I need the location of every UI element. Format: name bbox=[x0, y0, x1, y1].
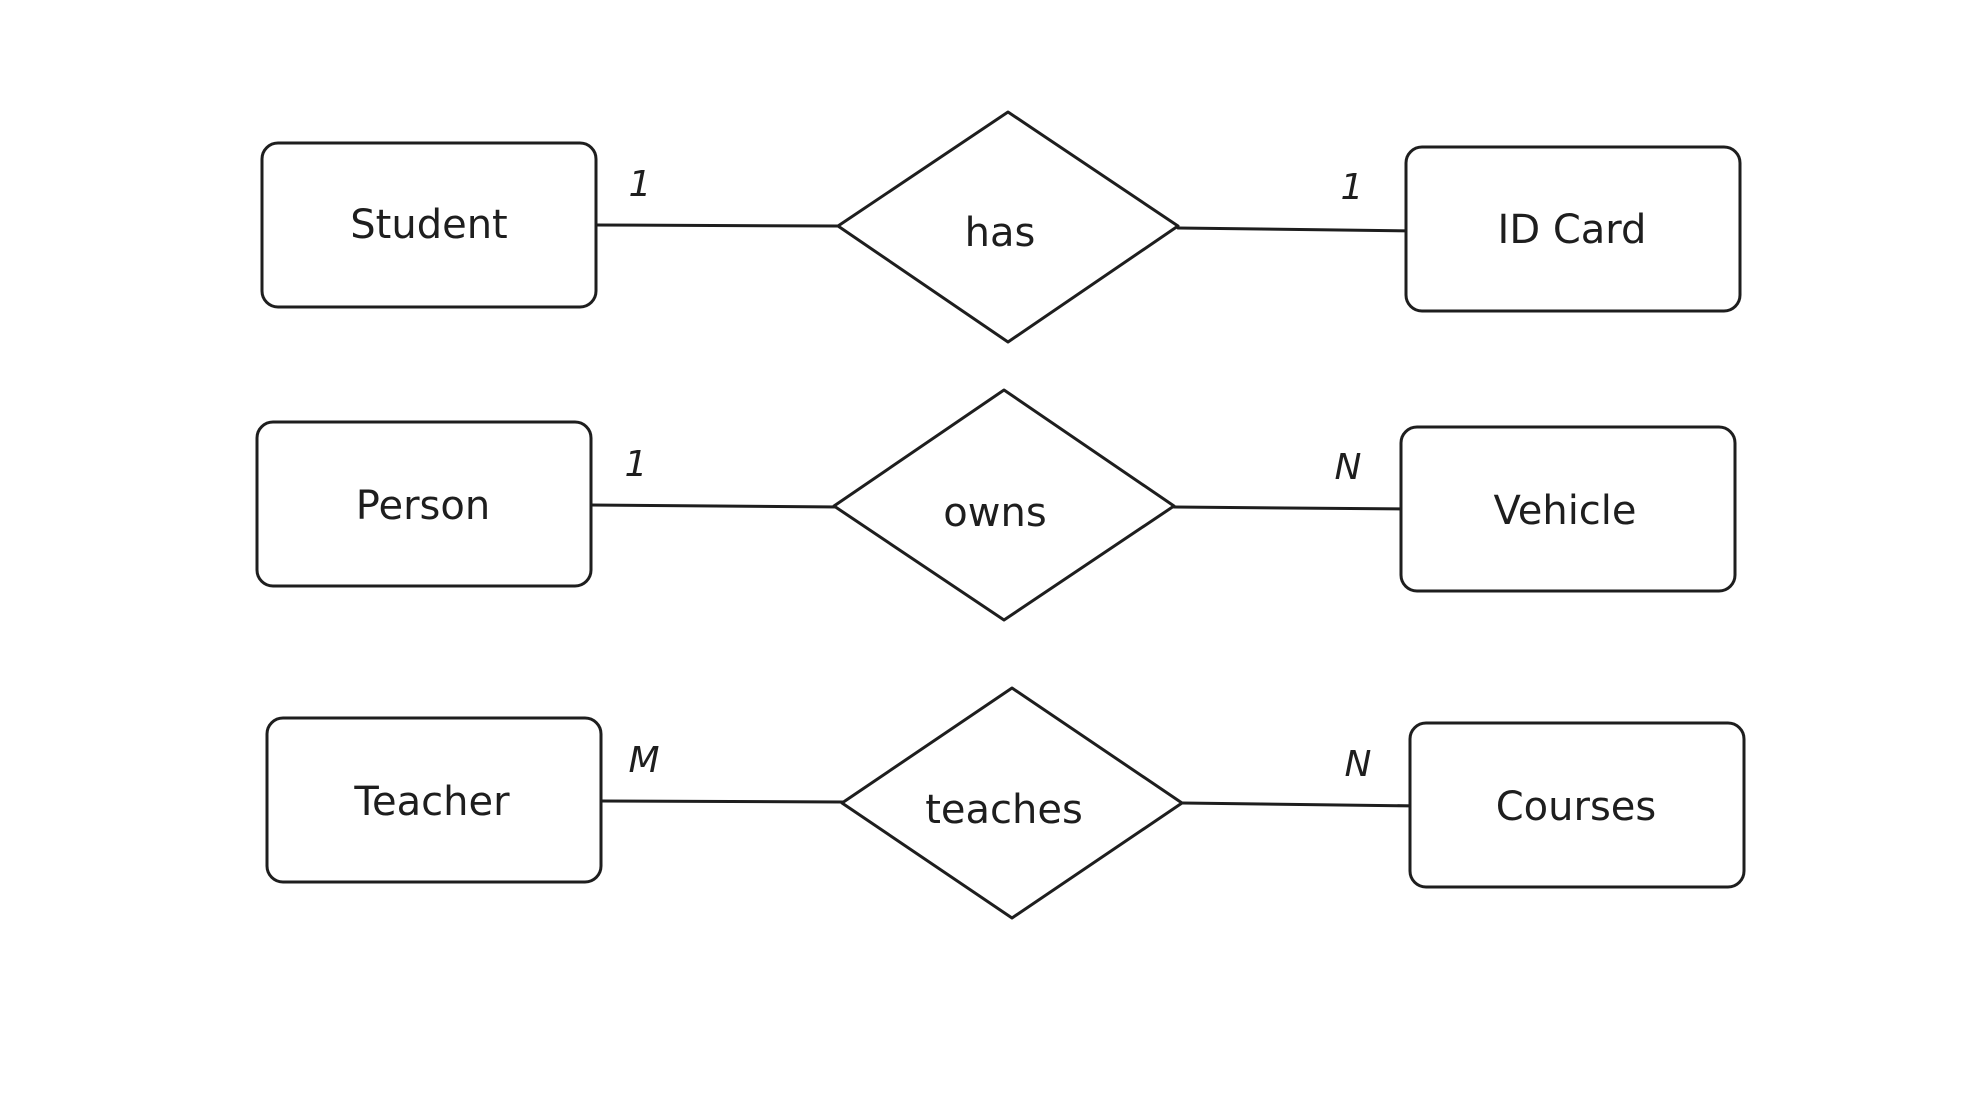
connector-left[interactable] bbox=[588, 503, 842, 509]
cardinality-label: N bbox=[1335, 447, 1362, 488]
entity-label: ID Card bbox=[1498, 207, 1647, 253]
cardinality-label: 1 bbox=[625, 444, 648, 485]
er-row: Teacher teaches Courses M N bbox=[265, 686, 1746, 920]
entity-label: Teacher bbox=[353, 779, 510, 825]
entity-label: Student bbox=[350, 202, 507, 248]
cardinality-label: 1 bbox=[629, 164, 652, 205]
relationship-label: has bbox=[965, 210, 1036, 256]
cardinality-label: 1 bbox=[1341, 167, 1364, 208]
connector-right[interactable] bbox=[1172, 505, 1412, 511]
entity-label: Person bbox=[356, 483, 490, 529]
connector-left[interactable] bbox=[592, 223, 840, 228]
relationship-label: teaches bbox=[925, 787, 1083, 833]
er-row: Person owns Vehicle 1 N bbox=[255, 388, 1737, 622]
cardinality-label: M bbox=[628, 740, 659, 781]
connector-left[interactable] bbox=[598, 799, 846, 804]
er-row: Student has ID Card 1 1 bbox=[260, 110, 1742, 344]
entity-label: Vehicle bbox=[1493, 488, 1636, 534]
er-diagram-canvas: Student has ID Card 1 1 Person owns Vehi… bbox=[255, 110, 1746, 920]
connector-right[interactable] bbox=[1180, 801, 1424, 808]
relationship-label: owns bbox=[943, 490, 1046, 536]
connector-right[interactable] bbox=[1176, 226, 1422, 233]
cardinality-label: N bbox=[1345, 744, 1372, 785]
entity-label: Courses bbox=[1496, 784, 1657, 830]
